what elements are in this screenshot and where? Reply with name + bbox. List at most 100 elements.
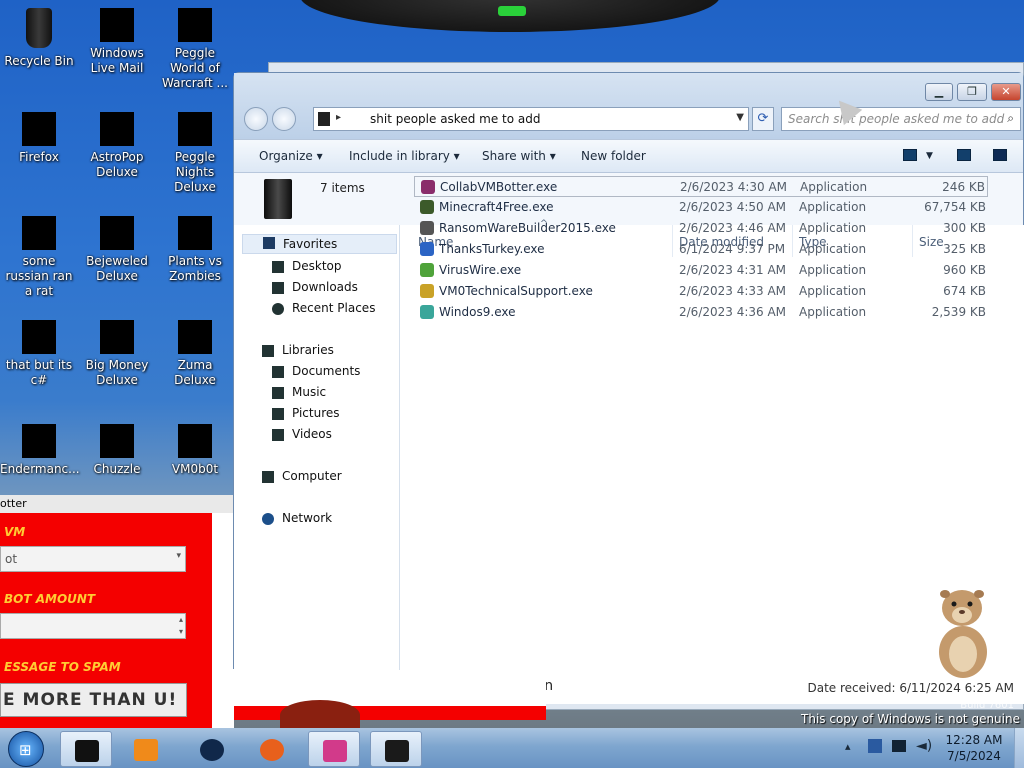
file-row[interactable]: RansomWareBuilder2015.exe 2/6/2023 4:46 A…: [414, 218, 988, 239]
desktop-icon-peggle-nights[interactable]: Peggle Nights Deluxe: [156, 106, 234, 195]
nav-libraries[interactable]: Libraries: [262, 343, 334, 357]
organize-button[interactable]: Organize ▾: [259, 149, 323, 163]
taskbar-app-dark[interactable]: [370, 731, 422, 767]
desktop-icon-label: Windows Live Mail: [90, 46, 144, 75]
desktop-icon-vm0b0t[interactable]: VM0b0t: [156, 418, 234, 477]
desktop-icon-label: that but its c#: [5, 358, 73, 387]
desktop-icon-peggle-wow[interactable]: Peggle World of Warcraft ...: [156, 2, 234, 91]
tray-app-icon[interactable]: [868, 739, 882, 753]
recycle-bin-icon: [26, 8, 52, 48]
file-row[interactable]: Windos9.exe 2/6/2023 4:36 AM Application 2,…: [414, 302, 988, 323]
botter-window: otter VM ot ▾ BOT AMOUNT ▴ ▾ ESSAGE TO SP…: [0, 495, 234, 728]
nav-videos[interactable]: Videos: [272, 427, 332, 441]
nav-favorites[interactable]: Favorites: [242, 234, 397, 254]
minimize-button[interactable]: ▁: [925, 83, 953, 101]
file-type: Application: [799, 263, 867, 277]
close-button[interactable]: ✕: [991, 83, 1021, 101]
start-button[interactable]: ⊞: [8, 731, 44, 767]
file-row[interactable]: VirusWire.exe 2/6/2023 4:31 AM Application…: [414, 260, 988, 281]
clock[interactable]: 12:28 AM 7/5/2024: [942, 732, 1006, 764]
back-button[interactable]: [244, 107, 268, 131]
vm-select[interactable]: ot ▾: [0, 546, 186, 572]
file-type: Application: [799, 284, 867, 298]
views-dropdown-icon[interactable]: ▼: [926, 151, 933, 161]
search-icon[interactable]: ⌕: [1007, 111, 1014, 126]
refresh-button[interactable]: ⟳: [752, 107, 774, 131]
taskbar-app-globe[interactable]: [186, 731, 238, 767]
file-row[interactable]: VM0TechnicalSupport.exe 2/6/2023 4:33 AM A…: [414, 281, 988, 302]
taskbar-app-pink[interactable]: [308, 731, 360, 767]
desktop-icon-russian-rat[interactable]: some russian ran a rat: [0, 210, 78, 299]
file-name: CollabVMBotter.exe: [440, 180, 558, 194]
file-row[interactable]: CollabVMBotter.exe 2/6/2023 4:30 AM Applic…: [414, 176, 988, 197]
help-icon[interactable]: [993, 149, 1007, 161]
program-icon: [178, 424, 212, 458]
nav-music[interactable]: Music: [272, 385, 326, 399]
chevron-down-icon[interactable]: ▼: [736, 112, 744, 123]
desktop-icon-firefox[interactable]: Firefox: [0, 106, 78, 165]
desktop-icon-windows-live-mail[interactable]: Windows Live Mail: [78, 2, 156, 76]
taskbar-media-player[interactable]: [120, 731, 172, 767]
game-icon: [178, 8, 212, 42]
game-icon: [100, 112, 134, 146]
stepper-arrows-icon[interactable]: ▴ ▾: [179, 614, 183, 638]
nav-pictures[interactable]: Pictures: [272, 406, 340, 420]
exe-icon: [421, 180, 435, 194]
share-with-button[interactable]: Share with ▾: [482, 149, 556, 163]
documents-icon: [272, 366, 284, 378]
network-tray-icon[interactable]: [892, 740, 906, 752]
nav-desktop[interactable]: Desktop: [272, 259, 342, 273]
desktop-icon-big-money[interactable]: Big Money Deluxe: [78, 314, 156, 388]
nav-recent-places[interactable]: Recent Places: [272, 301, 376, 315]
file-row[interactable]: ThanksTurkey.exe 6/1/2024 9:37 PM Applicat…: [414, 239, 988, 260]
tray-expand-icon[interactable]: ▴: [845, 740, 851, 753]
file-name: Minecraft4Free.exe: [439, 200, 554, 214]
desktop-icon-astropop[interactable]: AstroPop Deluxe: [78, 106, 156, 180]
volume-icon[interactable]: ◄): [916, 738, 932, 754]
desktop-icon-zuma[interactable]: Zuma Deluxe: [156, 314, 234, 388]
address-bar[interactable]: ▸ shit people asked me to add ▼: [313, 107, 749, 131]
taskbar-explorer[interactable]: [60, 731, 112, 767]
show-desktop-button[interactable]: [1014, 728, 1024, 768]
desktop-icon-label: Chuzzle: [93, 462, 141, 476]
file-date: 2/6/2023 4:36 AM: [679, 305, 787, 319]
views-icon[interactable]: [903, 149, 917, 161]
desktop-icon-recycle-bin[interactable]: Recycle Bin: [0, 2, 78, 69]
desktop-icon-bejeweled[interactable]: Bejeweled Deluxe: [78, 210, 156, 284]
new-folder-button[interactable]: New folder: [581, 149, 646, 163]
share-label: Share with: [482, 149, 546, 163]
desktop-icon-label: Zuma Deluxe: [174, 358, 216, 387]
program-icon: [22, 216, 56, 250]
game-icon: [100, 424, 134, 458]
nav-downloads[interactable]: Downloads: [272, 280, 358, 294]
message-input[interactable]: E MORE THAN U!: [0, 683, 187, 717]
desktop-icon-enderman[interactable]: Endermanc...: [0, 418, 80, 477]
bot-amount-stepper[interactable]: ▴ ▾: [0, 613, 186, 639]
desktop-icon-csharp[interactable]: that but its c#: [0, 314, 78, 388]
desktop-icon-label: Endermanc...: [0, 462, 80, 476]
music-icon: [272, 387, 284, 399]
nav-documents[interactable]: Documents: [272, 364, 360, 378]
libraries-icon: [262, 345, 274, 357]
maximize-button[interactable]: ❐: [957, 83, 987, 101]
mail-date-received: Date received: 6/11/2024 6:25 AM: [807, 681, 1015, 695]
taskbar-firefox[interactable]: [246, 731, 298, 767]
nav-label: Recent Places: [292, 301, 376, 315]
nav-network[interactable]: Network: [262, 511, 332, 525]
include-in-library-button[interactable]: Include in library ▾: [349, 149, 460, 163]
network-icon: [262, 513, 274, 525]
desktop-icon-chuzzle[interactable]: Chuzzle: [78, 418, 156, 477]
desktop-icon-plants-vs-zombies[interactable]: Plants vs Zombies: [156, 210, 234, 284]
forward-button[interactable]: [272, 107, 296, 131]
search-input[interactable]: Search shit people asked me to add ⌕: [781, 107, 1021, 131]
file-size: 246 KB: [942, 180, 985, 194]
preview-pane-icon[interactable]: [957, 149, 971, 161]
breadcrumb-arrow-icon[interactable]: ▸: [336, 112, 341, 123]
nav-computer[interactable]: Computer: [262, 469, 342, 483]
desktop-icon-label: Big Money Deluxe: [85, 358, 149, 387]
desktop-icon-label: VM0b0t: [171, 462, 219, 476]
game-icon: [178, 216, 212, 250]
file-row[interactable]: Minecraft4Free.exe 2/6/2023 4:50 AM Applic…: [414, 197, 988, 218]
desktop-icon-label: Plants vs Zombies: [168, 254, 222, 283]
file-name: RansomWareBuilder2015.exe: [439, 221, 616, 235]
